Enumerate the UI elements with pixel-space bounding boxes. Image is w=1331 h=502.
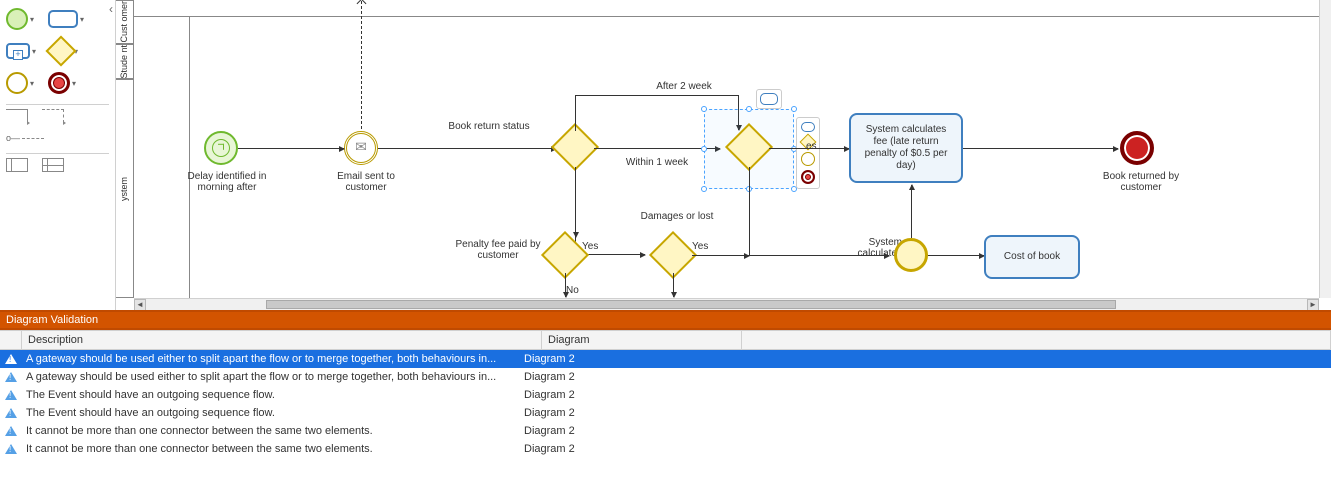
start-event-timer[interactable] [204, 131, 238, 165]
validation-diagram: Diagram 2 [520, 405, 720, 421]
edge[interactable] [928, 255, 984, 256]
warning-icon [5, 408, 17, 418]
yes1-label: Yes [582, 241, 598, 252]
palette-end-event[interactable]: ▾ [48, 72, 76, 94]
damages-label: Damages or lost [632, 211, 722, 222]
syscalc-label: System calculates [822, 237, 902, 259]
warning-icon [5, 390, 17, 400]
lane-system[interactable]: ystem [116, 79, 133, 298]
penalty-label: Penalty fee paid by customer [450, 239, 546, 261]
lane-customer[interactable]: Cust omer [116, 0, 133, 44]
shape-palette: ‹ ▾ ▾ ▾ ▾ ▾ ▾ [0, 0, 116, 310]
palette-subprocess[interactable]: ▾ [6, 43, 36, 59]
edge[interactable] [749, 167, 750, 255]
ctx-task-icon[interactable] [801, 122, 815, 132]
edge[interactable] [575, 167, 576, 237]
col-diagram[interactable]: Diagram [542, 331, 742, 349]
warning-icon [5, 354, 17, 364]
edge[interactable] [378, 148, 556, 149]
warning-icon [5, 444, 17, 454]
palette-collapse[interactable]: ‹ [109, 2, 113, 16]
validation-row[interactable]: It cannot be more than one connector bet… [0, 440, 1331, 458]
yes2-label: Yes [692, 241, 708, 252]
palette-task[interactable]: ▾ [48, 10, 84, 28]
edge[interactable] [673, 273, 674, 297]
validation-diagram: Diagram 2 [520, 369, 720, 385]
validation-grid: Description Diagram A gateway should be … [0, 330, 1331, 502]
validation-row[interactable]: The Event should have an outgoing sequen… [0, 386, 1331, 404]
context-shape-palette[interactable] [796, 117, 820, 189]
edge-label-es: es [806, 141, 817, 152]
event-gateway[interactable] [894, 238, 928, 272]
palette-message-flow[interactable] [42, 109, 64, 123]
edge[interactable] [575, 95, 576, 131]
validation-desc: It cannot be more than one connector bet… [22, 423, 520, 439]
ctx-intermediate-icon[interactable] [801, 152, 815, 166]
palette-lane[interactable] [42, 158, 64, 172]
validation-panel-title: Diagram Validation [0, 310, 1331, 330]
validation-diagram: Diagram 2 [520, 441, 720, 457]
scroll-left-button[interactable]: ◄ [134, 299, 146, 310]
message-flow[interactable] [361, 1, 362, 129]
palette-pool[interactable] [6, 158, 28, 172]
validation-desc: A gateway should be used either to split… [22, 369, 520, 385]
ctx-end-icon[interactable] [801, 170, 815, 184]
validation-desc: It cannot be more than one connector bet… [22, 441, 520, 457]
validation-diagram: Diagram 2 [520, 387, 720, 403]
gateway-penalty[interactable] [541, 231, 589, 279]
scroll-thumb[interactable] [266, 300, 1116, 309]
within1w-label: Within 1 week [614, 157, 700, 168]
vertical-scrollbar[interactable] [1319, 0, 1331, 298]
validation-diagram: Diagram 2 [520, 351, 720, 367]
warning-icon [5, 426, 17, 436]
status-label: Book return status [444, 121, 534, 132]
lane-headers: Cust omer Stude nt ystem [116, 0, 134, 298]
edge[interactable] [769, 148, 849, 149]
palette-start-event[interactable]: ▾ [6, 8, 34, 30]
col-icon[interactable] [0, 331, 22, 349]
task-calc-fee[interactable]: System calculates fee (late return penal… [849, 113, 963, 183]
edge[interactable] [963, 148, 1118, 149]
validation-desc: A gateway should be used either to split… [22, 351, 520, 367]
edge[interactable] [911, 185, 912, 238]
validation-row[interactable]: A gateway should be used either to split… [0, 350, 1331, 368]
end-event[interactable] [1120, 131, 1154, 165]
edge[interactable] [565, 273, 566, 297]
validation-desc: The Event should have an outgoing sequen… [22, 387, 520, 403]
palette-sequence-flow[interactable] [6, 109, 28, 123]
intermediate-message-event[interactable] [344, 131, 378, 165]
validation-row[interactable]: A gateway should be used either to split… [0, 368, 1331, 386]
end-label: Book returned by customer [1096, 171, 1186, 193]
email-label: Email sent to customer [326, 171, 406, 193]
edge[interactable] [238, 148, 344, 149]
palette-gateway[interactable]: ▾ [50, 40, 78, 62]
scroll-right-button[interactable]: ► [1307, 299, 1319, 310]
task-cost-of-book[interactable]: Cost of book [984, 235, 1080, 279]
diagram-canvas[interactable]: Cust omer Stude nt ystem Delay identifie… [116, 0, 1331, 310]
palette-association[interactable]: o— [6, 133, 44, 143]
start-event-label: Delay identified in morning after [182, 171, 272, 193]
validation-diagram: Diagram 2 [520, 423, 720, 439]
edge[interactable] [692, 255, 749, 256]
validation-row[interactable]: It cannot be more than one connector bet… [0, 422, 1331, 440]
validation-row[interactable]: The Event should have an outgoing sequen… [0, 404, 1331, 422]
warning-icon [5, 372, 17, 382]
gateway-damages[interactable] [649, 231, 697, 279]
edge[interactable] [575, 95, 738, 96]
horizontal-scrollbar[interactable]: ◄ ► [134, 298, 1319, 310]
context-quick-task[interactable] [756, 89, 782, 109]
after2w-label: After 2 week [644, 81, 724, 92]
col-description[interactable]: Description [22, 331, 542, 349]
palette-intermediate-event[interactable]: ▾ [6, 72, 34, 94]
lane-student[interactable]: Stude nt [116, 44, 133, 80]
validation-desc: The Event should have an outgoing sequen… [22, 405, 520, 421]
